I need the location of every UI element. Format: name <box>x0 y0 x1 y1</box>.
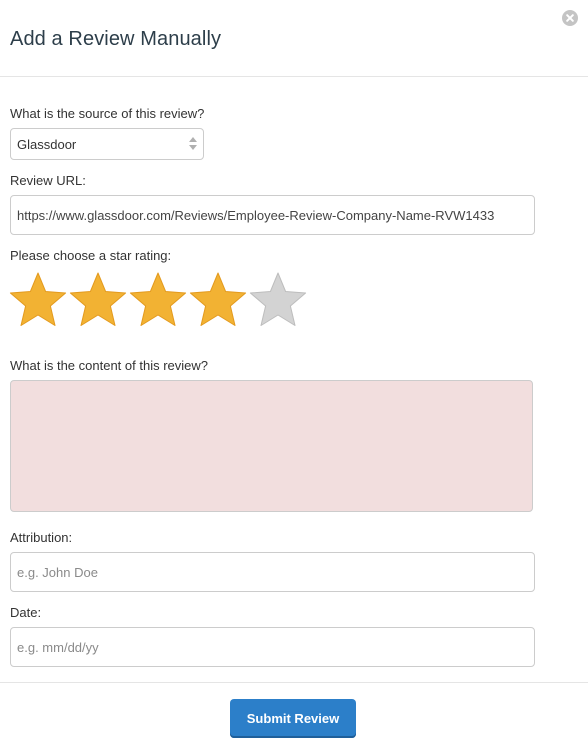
star-filled-icon[interactable] <box>68 271 128 329</box>
attribution-label: Attribution: <box>10 530 73 545</box>
star-rating <box>8 271 313 329</box>
select-arrows-icon <box>189 137 197 153</box>
modal-header: Add a Review Manually <box>0 0 588 77</box>
submit-review-button[interactable]: Submit Review <box>230 699 356 738</box>
url-label: Review URL: <box>10 173 86 188</box>
close-icon[interactable] <box>562 10 578 26</box>
source-select[interactable]: Glassdoor <box>10 128 204 160</box>
modal-footer: Submit Review <box>0 682 588 751</box>
star-filled-icon[interactable] <box>8 271 68 329</box>
add-review-modal: Add a Review Manually What is the source… <box>0 0 588 751</box>
star-filled-icon[interactable] <box>128 271 188 329</box>
star-empty-icon[interactable] <box>248 271 308 329</box>
modal-title: Add a Review Manually <box>10 28 222 50</box>
rating-label: Please choose a star rating: <box>10 248 172 263</box>
source-label: What is the source of this review? <box>10 106 205 121</box>
content-label: What is the content of this review? <box>10 358 208 373</box>
source-select-value: Glassdoor <box>17 137 77 152</box>
review-content-textarea[interactable] <box>10 380 533 512</box>
date-input[interactable] <box>10 627 535 667</box>
star-filled-icon[interactable] <box>188 271 248 329</box>
date-label: Date: <box>10 605 42 620</box>
attribution-input[interactable] <box>10 552 535 592</box>
review-url-input[interactable] <box>10 195 535 235</box>
